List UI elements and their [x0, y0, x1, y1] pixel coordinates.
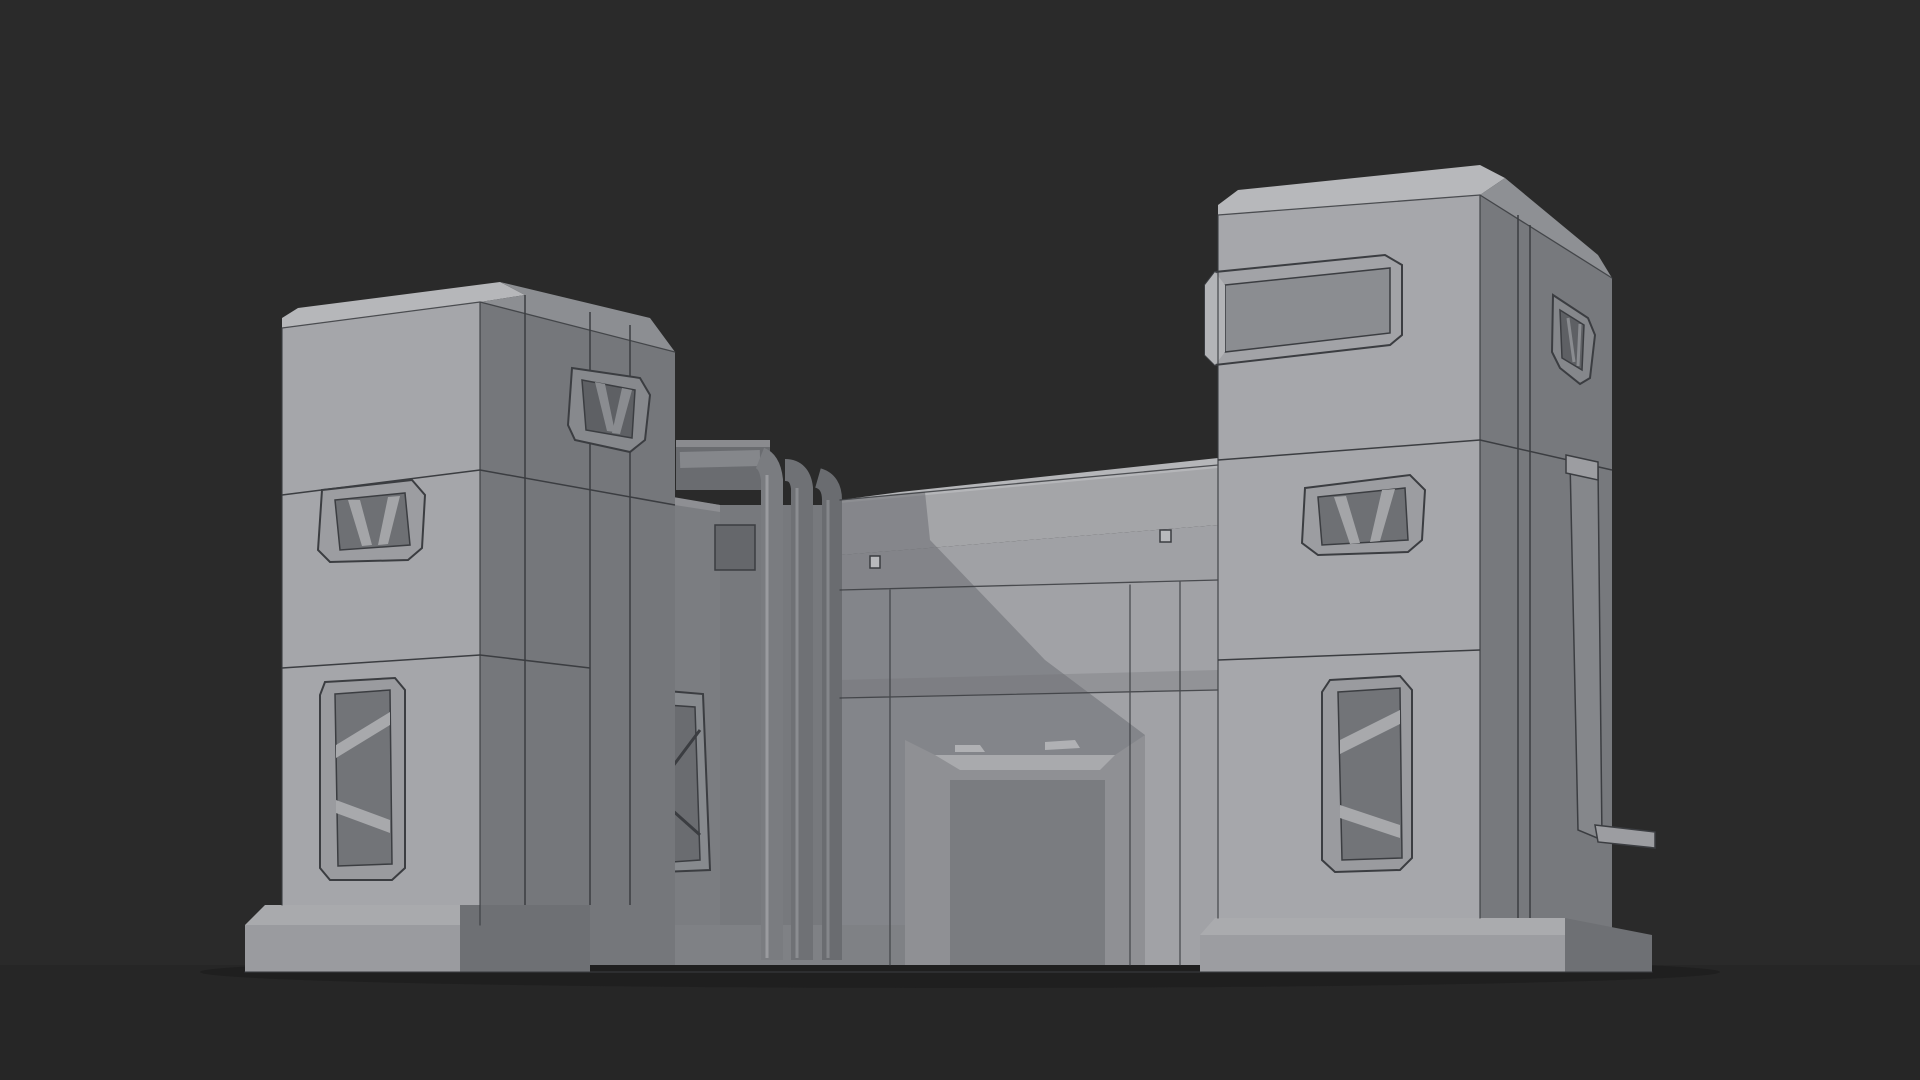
left-tower-plinth-front-top	[245, 905, 460, 925]
left-tower	[245, 282, 676, 972]
left-tower-vent-side	[566, 366, 652, 454]
right-tower-plinth-top	[1200, 918, 1565, 935]
right-tower-plinth-front	[1200, 935, 1565, 972]
left-tower-vent-front	[316, 478, 427, 564]
central-connector	[840, 458, 1218, 965]
render-viewport	[0, 0, 1920, 1080]
vent-inner	[1317, 487, 1409, 546]
garage-door-header-left	[955, 745, 985, 752]
right-tower	[1200, 165, 1656, 972]
vent-inner	[334, 492, 411, 551]
building-render	[0, 0, 1920, 1080]
pipe-horizontal-top	[679, 450, 761, 468]
wall-decal-left	[869, 555, 881, 569]
pipe-bracket	[714, 524, 756, 571]
vent-fin-2	[1576, 323, 1582, 367]
right-tower-vent-front	[1300, 473, 1427, 557]
sign-bevel	[1205, 272, 1225, 365]
garage-door-panel	[950, 780, 1105, 965]
right-tower-window	[1321, 674, 1413, 874]
left-tower-window	[319, 676, 406, 881]
wall-decal-right	[1159, 529, 1172, 543]
garage-door-top-bevel	[935, 755, 1115, 770]
roof-mech-box-top	[676, 440, 770, 447]
left-tower-plinth-front	[245, 925, 460, 972]
